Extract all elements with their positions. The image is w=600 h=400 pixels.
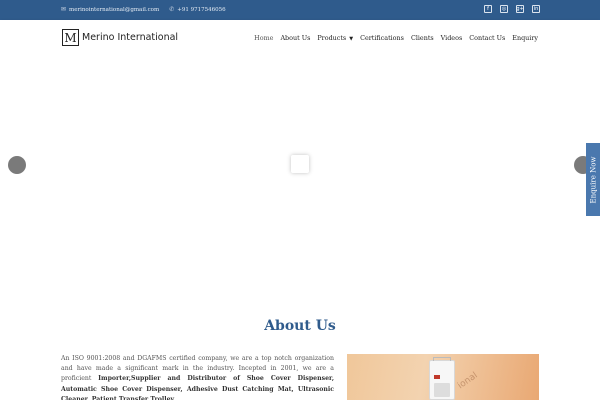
about-text: An ISO 9001:2008 and DGAFMS certified co… (61, 354, 334, 400)
nav-products-label: Products (317, 34, 347, 42)
slider-prev-button[interactable] (8, 156, 26, 174)
about-title: About Us (264, 318, 336, 334)
top-contact: ✉ merinointernational@gmail.com ✆ +91 97… (61, 6, 236, 13)
top-bar: ✉ merinointernational@gmail.com ✆ +91 97… (0, 0, 600, 20)
linkedin-icon[interactable]: in (532, 5, 540, 13)
nav-home[interactable]: Home (254, 34, 273, 42)
social-links: f ◎ g+ in (476, 5, 540, 13)
enquire-now-label: Enquire Now (589, 156, 597, 203)
nav-products[interactable]: Products ▼ (317, 34, 353, 42)
main-header: M Merino International Home About Us Pro… (0, 20, 600, 57)
main-nav: Home About Us Products ▼ Certifications C… (247, 34, 538, 42)
slider-loader (291, 155, 309, 173)
caret-down-icon: ▼ (349, 36, 354, 42)
nav-clients[interactable]: Clients (411, 34, 434, 42)
google-plus-icon[interactable]: g+ (516, 5, 524, 13)
enquire-now-tab[interactable]: Enquire Now (586, 143, 600, 216)
device-display (434, 375, 440, 379)
device-handle (433, 357, 451, 361)
instagram-icon[interactable]: ◎ (500, 5, 508, 13)
logo-mark: M (62, 29, 79, 46)
nav-contact-us[interactable]: Contact Us (469, 34, 505, 42)
hero-slider (0, 57, 600, 307)
nav-certifications[interactable]: Certifications (360, 34, 404, 42)
brand-name: Merino International (82, 32, 179, 43)
nav-videos[interactable]: Videos (441, 34, 463, 42)
device-slot (434, 383, 450, 397)
facebook-icon[interactable]: f (484, 5, 492, 13)
logo[interactable]: M Merino International (62, 29, 178, 46)
nav-enquiry[interactable]: Enquiry (512, 34, 538, 42)
about-image: ional (347, 354, 539, 400)
envelope-icon: ✉ (61, 6, 67, 13)
phone-icon: ✆ (169, 6, 175, 13)
top-phone[interactable]: +91 9717546056 (177, 7, 225, 13)
image-watermark: ional (456, 370, 480, 392)
top-email[interactable]: merinointernational@gmail.com (69, 7, 159, 13)
dispenser-device (429, 357, 455, 400)
about-products: Importer,Supplier and Distributor of Sho… (61, 375, 334, 400)
nav-about-us[interactable]: About Us (280, 34, 310, 42)
